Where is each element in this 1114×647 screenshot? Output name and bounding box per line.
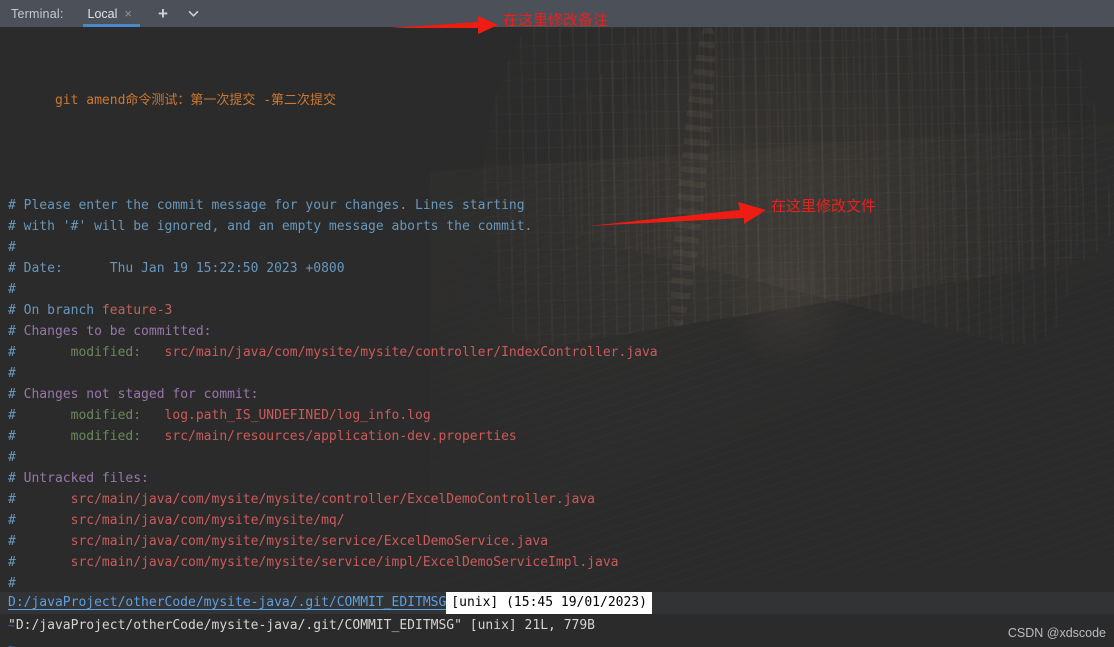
commit-message-text: git amend命令测试：第一次提交 -第二次提交 bbox=[54, 93, 337, 108]
terminal-line: # Date: Thu Jan 19 15:22:50 2023 +0800 bbox=[0, 258, 1114, 279]
terminal-line: # Please enter the commit message for yo… bbox=[0, 195, 1114, 216]
terminal-line: # bbox=[0, 573, 1114, 594]
terminal-line-segment: modified: bbox=[70, 408, 165, 423]
terminal-line-segment: # bbox=[8, 429, 71, 444]
terminal-line-segment: # On branch bbox=[8, 303, 102, 318]
terminal-line: # Changes to be committed: bbox=[0, 321, 1114, 342]
terminal-line-segment: # bbox=[8, 555, 71, 570]
terminal-line-segment: src/main/java/com/mysite/mysite/service/… bbox=[70, 534, 549, 549]
terminal-line-segment: # with '#' will be ignored, and an empty… bbox=[8, 219, 533, 234]
terminal-line: # bbox=[0, 237, 1114, 258]
terminal-line: # modified: src/main/java/com/mysite/mys… bbox=[0, 342, 1114, 363]
terminal-line-segment: # Please enter the commit message for yo… bbox=[8, 198, 525, 213]
terminal-label: Terminal: bbox=[11, 6, 64, 21]
status-file-path: D:/javaProject/otherCode/mysite-java/.gi… bbox=[8, 595, 447, 610]
terminal-line: # modified: log.path_IS_UNDEFINED/log_in… bbox=[0, 405, 1114, 426]
terminal-line-segment: # bbox=[8, 513, 71, 528]
annotation-note-text: 在这里修改备注 bbox=[503, 12, 609, 29]
terminal-line-segment: # Date: Thu Jan 19 15:22:50 2023 +0800 bbox=[8, 261, 345, 276]
add-tab-icon[interactable]: + bbox=[158, 5, 168, 22]
commit-message-line: git amend命令测试：第一次提交 -第二次提交 bbox=[0, 69, 1114, 108]
vim-status-line: D:/javaProject/otherCode/mysite-java/.gi… bbox=[0, 592, 1114, 614]
terminal-line-segment: # bbox=[8, 240, 16, 255]
terminal-line: # src/main/java/com/mysite/mysite/servic… bbox=[0, 531, 1114, 552]
terminal-window: Terminal: Local × + git amend命令测试：第一次提交 … bbox=[0, 0, 1114, 647]
terminal-line-segment: Untracked files: bbox=[23, 471, 149, 486]
watermark: CSDN @xdscode bbox=[1007, 626, 1106, 640]
terminal-line-segment: src/main/java/com/mysite/mysite/controll… bbox=[70, 492, 596, 507]
terminal-line: # bbox=[0, 447, 1114, 468]
terminal-line-segment: # bbox=[8, 387, 24, 402]
terminal-line-segment: ~ bbox=[8, 640, 15, 647]
tab-local[interactable]: Local × bbox=[82, 0, 140, 27]
terminal-line-segment: Changes not staged for commit: bbox=[23, 387, 259, 402]
terminal-line-segment: # bbox=[8, 450, 16, 465]
terminal-line: # Changes not staged for commit: bbox=[0, 384, 1114, 405]
terminal-line-segment: src/main/java/com/mysite/mysite/controll… bbox=[164, 345, 658, 360]
terminal-line-segment: # bbox=[8, 324, 24, 339]
chevron-down-icon[interactable] bbox=[186, 6, 201, 21]
terminal-line-segment: src/main/java/com/mysite/mysite/mq/ bbox=[70, 513, 345, 528]
terminal-lines: # Please enter the commit message for yo… bbox=[0, 195, 1114, 647]
terminal-line: # src/main/java/com/mysite/mysite/mq/ bbox=[0, 510, 1114, 531]
terminal-line-segment: src/main/java/com/mysite/mysite/service/… bbox=[70, 555, 619, 570]
terminal-line-segment: Changes to be committed: bbox=[23, 324, 212, 339]
terminal-line: # src/main/java/com/mysite/mysite/servic… bbox=[0, 552, 1114, 573]
tab-local-label: Local bbox=[87, 6, 118, 21]
terminal-line-segment: modified: bbox=[70, 345, 165, 360]
terminal-content[interactable]: git amend命令测试：第一次提交 -第二次提交 # Please ente… bbox=[0, 27, 1114, 647]
terminal-line-segment: src/main/resources/application-dev.prope… bbox=[164, 429, 517, 444]
close-icon[interactable]: × bbox=[124, 7, 132, 20]
terminal-line-segment: # bbox=[8, 345, 71, 360]
terminal-line-segment: # bbox=[8, 576, 16, 591]
terminal-line: # with '#' will be ignored, and an empty… bbox=[0, 216, 1114, 237]
terminal-line: # bbox=[0, 279, 1114, 300]
terminal-line-segment: # bbox=[8, 282, 16, 297]
terminal-line: # Untracked files: bbox=[0, 468, 1114, 489]
terminal-line-segment: feature-3 bbox=[101, 303, 173, 318]
terminal-line-segment: # bbox=[8, 534, 71, 549]
terminal-line-segment: # bbox=[8, 366, 16, 381]
terminal-line-segment: # bbox=[8, 492, 71, 507]
terminal-line-segment: # bbox=[8, 408, 71, 423]
terminal-line: # On branch feature-3 bbox=[0, 300, 1114, 321]
terminal-line: # modified: src/main/resources/applicati… bbox=[0, 426, 1114, 447]
terminal-line-segment: log.path_IS_UNDEFINED/log_info.log bbox=[164, 408, 431, 423]
status-file-info: [unix] (15:45 19/01/2023) bbox=[446, 592, 652, 614]
terminal-line: # bbox=[0, 363, 1114, 384]
vim-message-line: "D:/javaProject/otherCode/mysite-java/.g… bbox=[8, 618, 595, 633]
terminal-line-segment: modified: bbox=[70, 429, 165, 444]
terminal-line: # src/main/java/com/mysite/mysite/contro… bbox=[0, 489, 1114, 510]
annotation-file-text: 在这里修改文件 bbox=[771, 198, 877, 215]
terminal-line-segment: # bbox=[8, 471, 24, 486]
